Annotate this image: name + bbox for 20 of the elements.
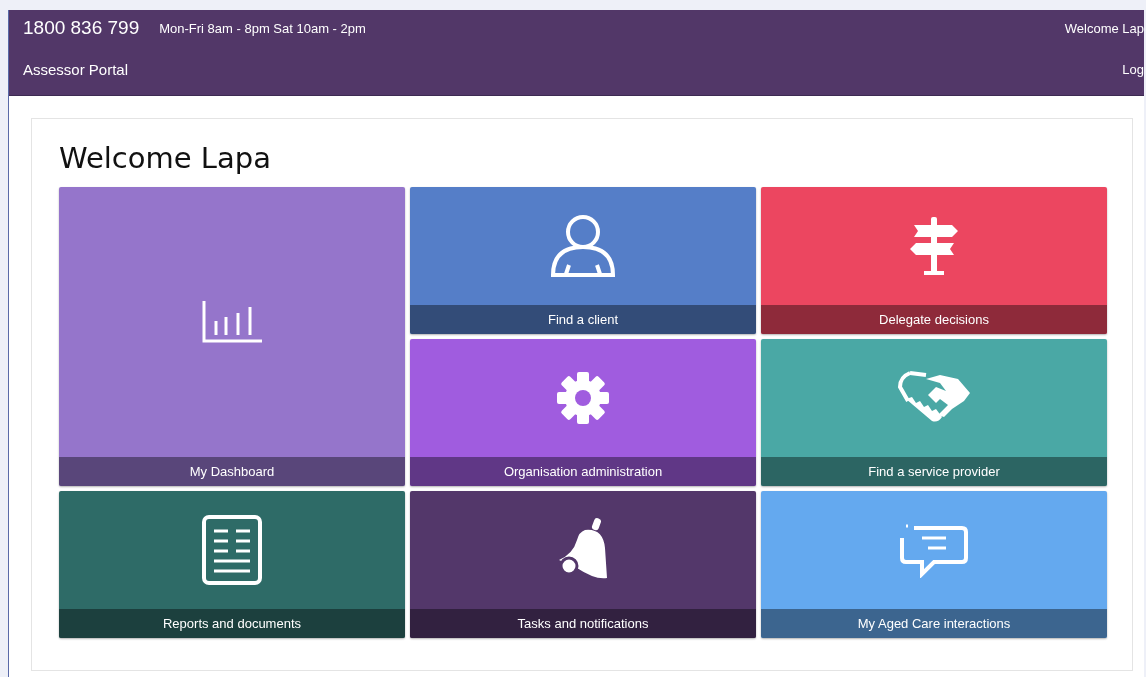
phone-number: 1800 836 799: [23, 17, 140, 39]
welcome-text: Welcome Lap: [1064, 20, 1144, 36]
opening-hours: Mon-Fri 8am - 8pm Sat 10am - 2pm: [159, 20, 366, 36]
gear-icon: [557, 372, 609, 424]
signpost-icon: [910, 217, 958, 275]
page-heading: Welcome Lapa: [59, 141, 272, 175]
person-icon: [551, 215, 615, 277]
menu-tile[interactable]: Organisation administration: [410, 339, 756, 486]
menu-tile[interactable]: Find a client: [410, 187, 756, 334]
document-icon: [202, 515, 262, 585]
chat-icon: [900, 522, 968, 578]
menu-tile[interactable]: Delegate decisions: [761, 187, 1107, 334]
menu-tile[interactable]: Find a service provider: [761, 339, 1107, 486]
bar-chart-icon: [202, 301, 262, 343]
menu-tile[interactable]: My Aged Care interactions: [761, 491, 1107, 638]
menu-tile[interactable]: My Dashboard: [59, 187, 405, 486]
logout-link[interactable]: Log: [1122, 61, 1144, 77]
portal-name: Assessor Portal: [23, 60, 129, 78]
menu-tile[interactable]: Reports and documents: [59, 491, 405, 638]
menu-tile[interactable]: Tasks and notifications: [410, 491, 756, 638]
